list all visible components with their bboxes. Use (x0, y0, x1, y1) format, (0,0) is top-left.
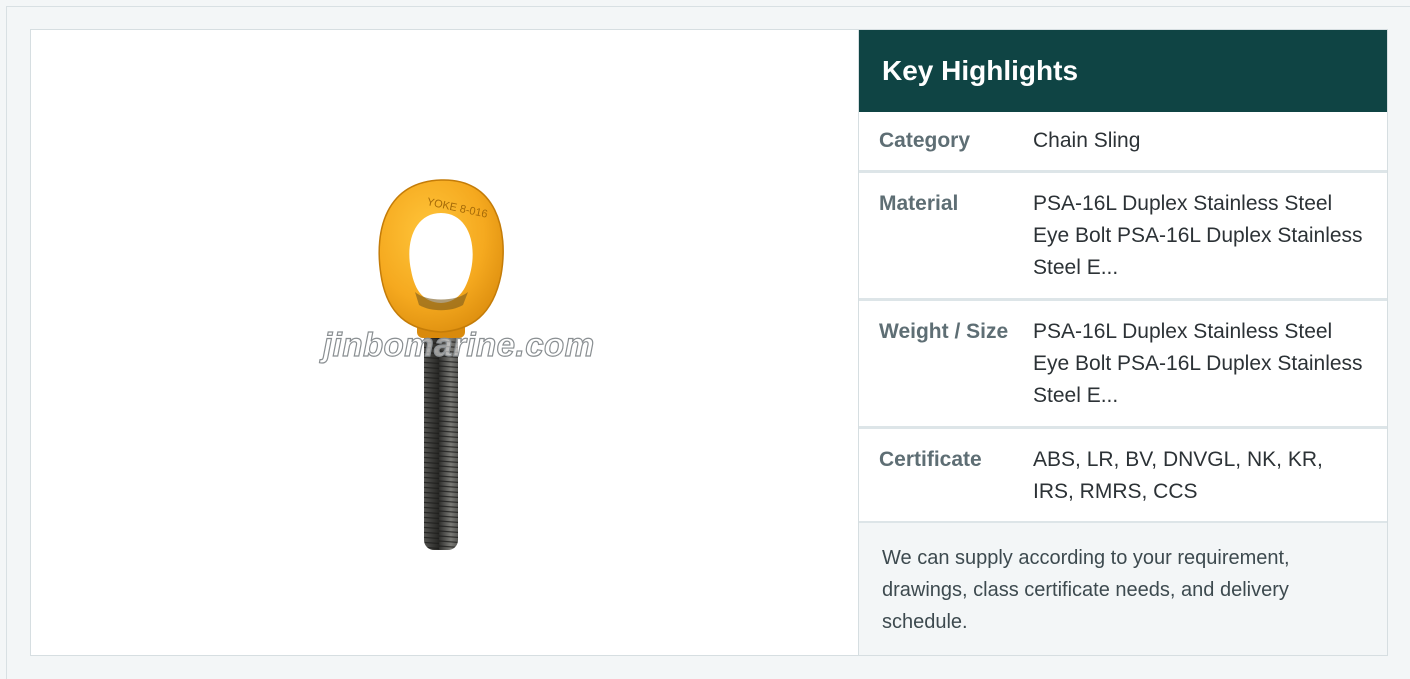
supply-note: We can supply according to your requirem… (859, 523, 1387, 655)
spec-value: PSA-16L Duplex Stainless Steel Eye Bolt … (1033, 192, 1363, 279)
spec-row-category: Category Chain Sling (859, 112, 1387, 173)
key-highlights-title: Key Highlights (859, 30, 1387, 112)
product-card: YOKE 8-016 jinbomarine.com Key Highlight… (30, 29, 1388, 656)
spec-label: Material (879, 192, 959, 215)
spec-row-material: Material PSA-16L Duplex Stainless Steel … (859, 173, 1387, 301)
key-highlights-panel: Key Highlights Category Chain Sling Mate… (859, 30, 1387, 655)
spec-value: Chain Sling (1033, 129, 1141, 152)
spec-label: Weight / Size (879, 320, 1009, 343)
spec-label: Certificate (879, 448, 982, 471)
spec-value: ABS, LR, BV, DNVGL, NK, KR, IRS, RMRS, C… (1033, 448, 1323, 503)
product-image-panel: YOKE 8-016 jinbomarine.com (31, 30, 859, 655)
watermark: jinbomarine.com (322, 325, 595, 363)
spec-label: Category (879, 129, 971, 152)
spec-value: PSA-16L Duplex Stainless Steel Eye Bolt … (1033, 320, 1363, 407)
spec-row-weight-size: Weight / Size PSA-16L Duplex Stainless S… (859, 301, 1387, 429)
spec-row-certificate: Certificate ABS, LR, BV, DNVGL, NK, KR, … (859, 429, 1387, 524)
